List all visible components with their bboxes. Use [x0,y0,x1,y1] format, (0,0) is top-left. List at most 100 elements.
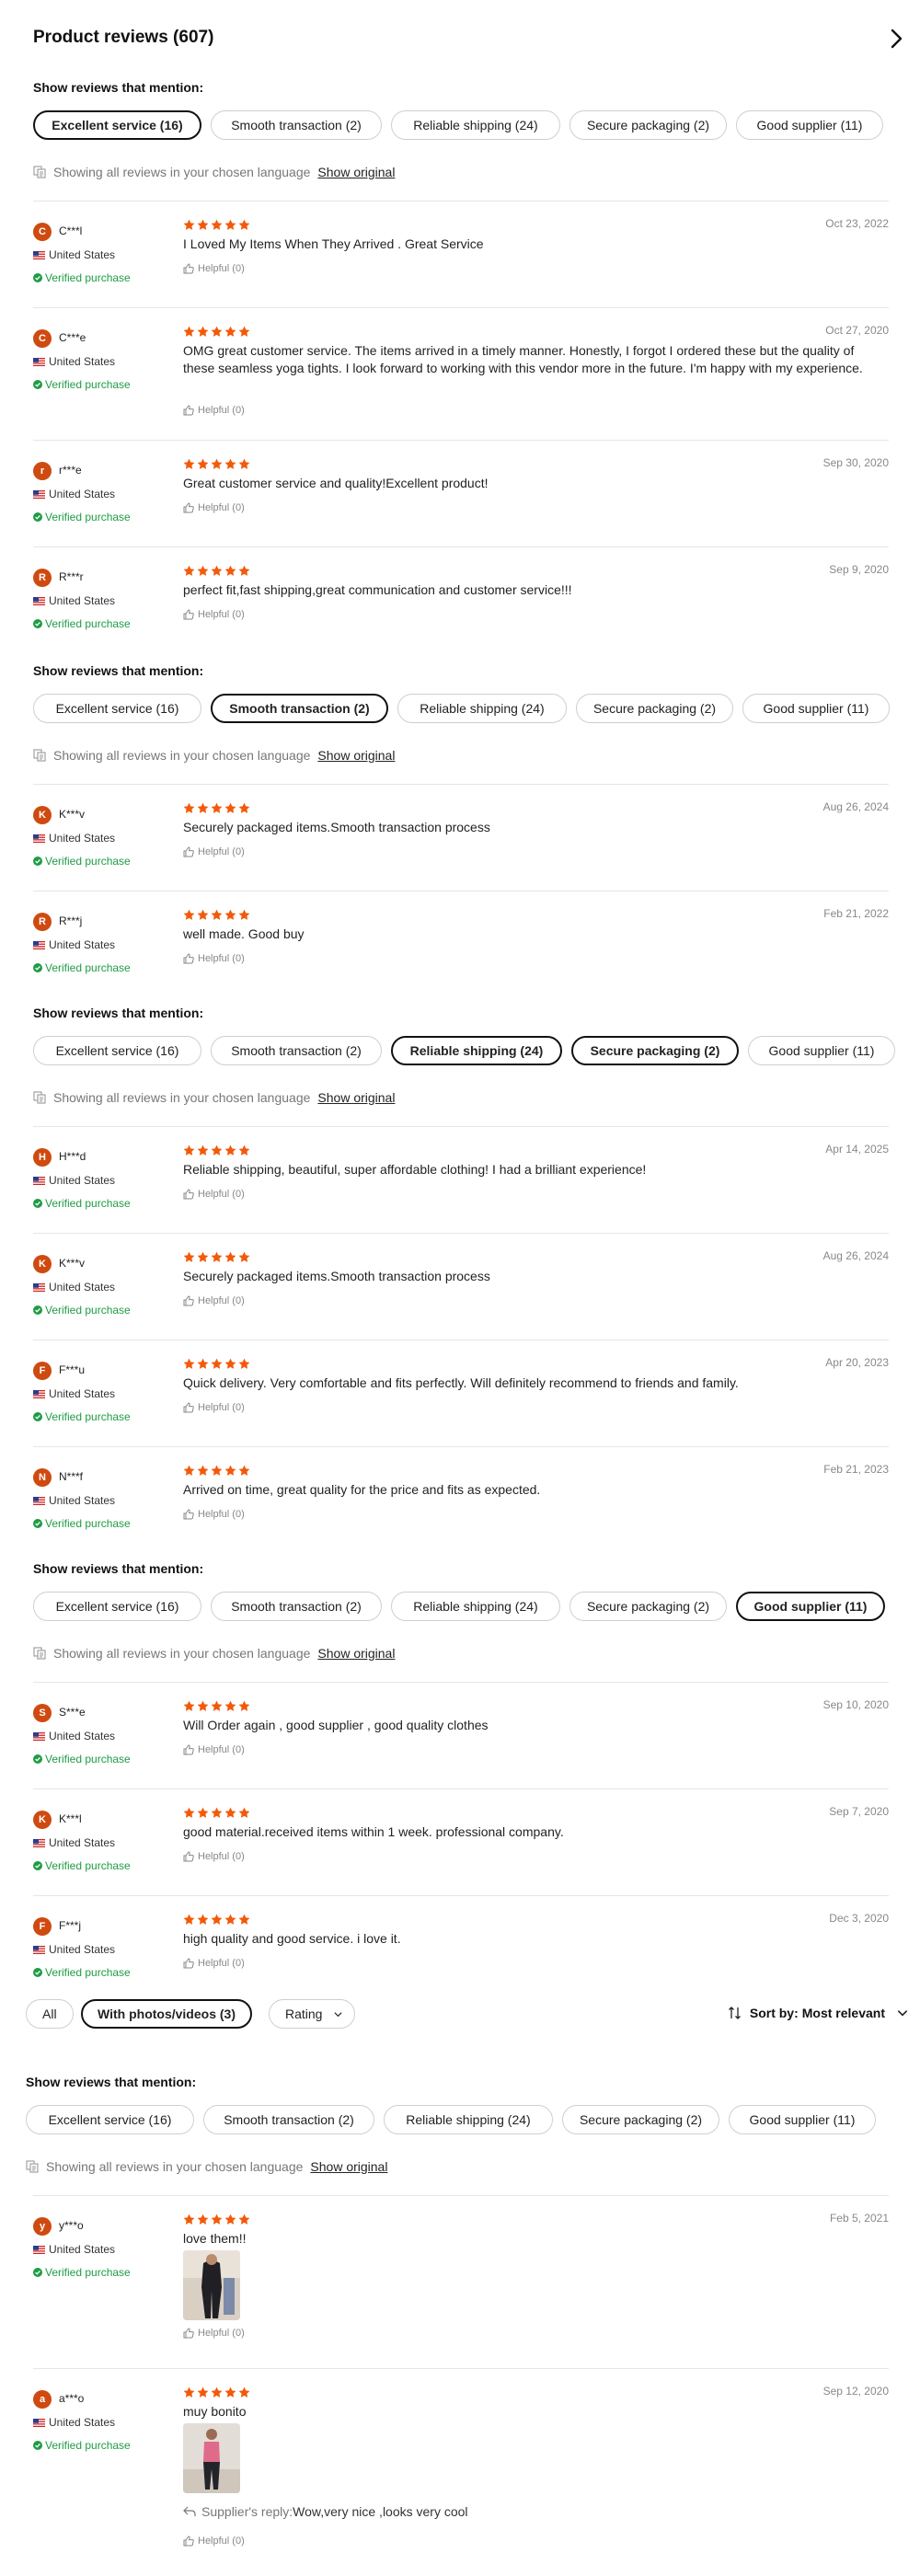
star-icon [197,565,209,576]
star-icon [224,1251,236,1262]
review-item: F F***u United States Verified purchase Apr … [33,1340,889,1446]
helpful-button[interactable]: Helpful (0) [183,1189,245,1200]
show-original-link[interactable]: Show original [317,748,395,763]
mention-pill[interactable]: Excellent service (16) [33,110,201,140]
mention-pill[interactable]: Smooth transaction (2) [211,1036,382,1065]
mention-pill[interactable]: Secure packaging (2) [569,110,727,140]
chevron-right-icon[interactable] [885,28,907,50]
helpful-button[interactable]: Helpful (0) [183,1744,245,1755]
mention-pill[interactable]: Smooth transaction (2) [211,694,388,723]
verified-label: Verified purchase [45,1304,131,1317]
show-original-link[interactable]: Show original [310,2159,387,2174]
thumbs-up-icon [183,846,194,857]
star-rating [183,458,250,470]
helpful-button[interactable]: Helpful (0) [183,609,245,620]
helpful-button[interactable]: Helpful (0) [183,1402,245,1413]
mention-pill[interactable]: Secure packaging (2) [576,694,733,723]
sort-dropdown[interactable]: Sort by: Most relevant [728,2006,909,2020]
helpful-button[interactable]: Helpful (0) [183,502,245,513]
star-icon [211,2386,223,2398]
mention-pill[interactable]: Reliable shipping (24) [391,1036,562,1065]
star-icon [238,1144,250,1156]
star-rating [183,909,250,921]
star-icon [211,1465,223,1476]
us-flag-icon [33,834,45,843]
mention-pill[interactable]: Secure packaging (2) [569,1592,727,1621]
review-photo[interactable] [183,2250,240,2320]
review-divider [33,2195,889,2196]
verified-label: Verified purchase [45,1966,131,1979]
mention-pill[interactable]: Excellent service (16) [33,1592,201,1621]
language-note-text: Showing all reviews in your chosen langu… [53,1646,311,1661]
helpful-button[interactable]: Helpful (0) [183,405,245,416]
star-rating [183,1358,250,1370]
star-icon [183,1251,195,1262]
reviewer-name: C***l [59,224,83,237]
mention-pill[interactable]: Good supplier (11) [736,1592,885,1621]
helpful-button[interactable]: Helpful (0) [183,2536,245,2547]
review-item: H H***d United States Verified purchase Apr … [33,1126,889,1233]
star-icon [197,2214,209,2225]
show-original-link[interactable]: Show original [317,1646,395,1661]
verified-label: Verified purchase [45,961,131,974]
mention-pill[interactable]: Smooth transaction (2) [203,2105,374,2134]
mention-pill[interactable]: Good supplier (11) [729,2105,876,2134]
translate-icon [33,1647,46,1660]
mention-pill[interactable]: Reliable shipping (24) [391,110,560,140]
mention-pill[interactable]: Good supplier (11) [748,1036,895,1065]
mention-pill[interactable]: Smooth transaction (2) [211,110,382,140]
mention-pill[interactable]: Excellent service (16) [26,2105,194,2134]
mention-pill[interactable]: Good supplier (11) [742,694,890,723]
reviewer-country: United States [33,488,115,500]
reviewer-name: r***e [59,464,82,477]
mention-pill[interactable]: Excellent service (16) [33,1036,201,1065]
avatar: H [33,1148,52,1167]
filter-rating-dropdown[interactable]: Rating [269,1999,356,2029]
helpful-button[interactable]: Helpful (0) [183,846,245,857]
star-icon [197,2386,209,2398]
helpful-button[interactable]: Helpful (0) [183,1509,245,1520]
verified-label: Verified purchase [45,1410,131,1423]
star-icon [197,1251,209,1262]
helpful-label: Helpful (0) [198,1189,245,1200]
review-item: y y***o United States Verified purchase Feb … [33,2195,889,2368]
mention-pill[interactable]: Secure packaging (2) [562,2105,719,2134]
mention-pill[interactable]: Reliable shipping (24) [397,694,567,723]
review-photo[interactable] [183,2423,240,2493]
star-icon [183,1807,195,1818]
mention-pill[interactable]: Secure packaging (2) [571,1036,739,1065]
mention-pill[interactable]: Reliable shipping (24) [391,1592,560,1621]
mention-label: Show reviews that mention: [26,2075,197,2089]
helpful-button[interactable]: Helpful (0) [183,1851,245,1862]
us-flag-icon [33,1282,45,1292]
helpful-button[interactable]: Helpful (0) [183,953,245,964]
mention-pill[interactable]: Smooth transaction (2) [211,1592,382,1621]
mention-pill[interactable]: Good supplier (11) [736,110,883,140]
reviewer-name: H***d [59,1150,86,1163]
thumbs-up-icon [183,1402,194,1413]
thumbs-up-icon [183,405,194,416]
star-icon [183,1358,195,1369]
mention-pill[interactable]: Reliable shipping (24) [384,2105,553,2134]
language-note: Showing all reviews in your chosen langu… [26,2158,881,2175]
verified-badge: Verified purchase [33,617,131,630]
filter-all-button[interactable]: All [26,1999,74,2029]
helpful-button[interactable]: Helpful (0) [183,1958,245,1969]
verified-label: Verified purchase [45,2266,131,2279]
mention-pill[interactable]: Excellent service (16) [33,694,201,723]
helpful-label: Helpful (0) [198,846,245,857]
star-icon [238,565,250,576]
country-label: United States [49,2243,116,2256]
show-original-link[interactable]: Show original [317,1090,395,1105]
star-icon [183,802,195,813]
country-label: United States [49,1281,116,1294]
show-original-link[interactable]: Show original [317,165,395,179]
filter-photos-button[interactable]: With photos/videos (3) [81,1999,252,2029]
helpful-button[interactable]: Helpful (0) [183,1295,245,1306]
language-note-text: Showing all reviews in your chosen langu… [53,748,311,763]
verified-badge: Verified purchase [33,271,131,284]
helpful-label: Helpful (0) [198,1295,245,1306]
helpful-button[interactable]: Helpful (0) [183,2328,245,2339]
helpful-button[interactable]: Helpful (0) [183,263,245,274]
reviews-panel: Product reviews (607) Show reviews that … [0,0,920,2576]
